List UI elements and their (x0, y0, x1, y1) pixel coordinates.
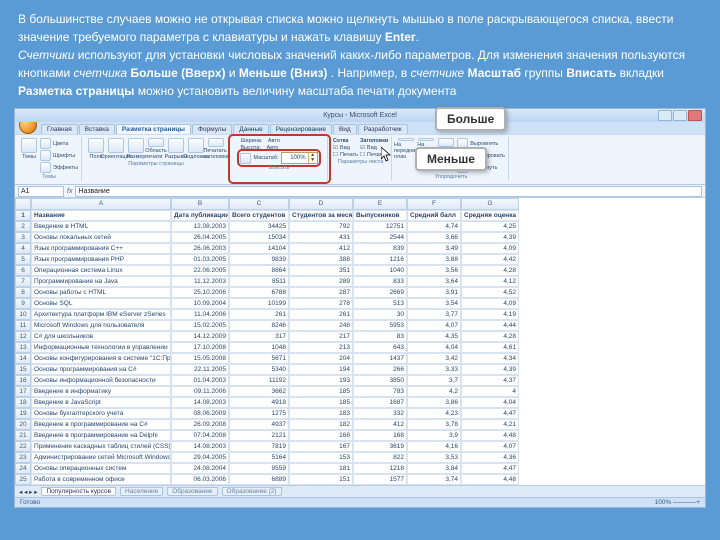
grid-print-check[interactable]: ☐ Печать (333, 152, 358, 158)
themes-button[interactable]: Темы (20, 138, 38, 160)
tab-page-layout[interactable]: Разметка страницы (116, 124, 191, 134)
status-bar: Готово 100% –———+ (15, 497, 705, 507)
grid-view-check[interactable]: ☑ Вид (333, 145, 358, 151)
maximize-button[interactable] (673, 110, 687, 121)
ribbon-tabs: Главная Вставка Разметка страницы Формул… (15, 122, 705, 134)
table-row[interactable]: 24Основы операционных систем24.08.200495… (15, 463, 705, 474)
sheet-tab-active[interactable]: Популярность курсов (41, 487, 116, 496)
table-row[interactable]: 23Администрирование сетей Microsoft Wind… (15, 452, 705, 463)
table-row[interactable]: 10Архитектура платформ IBM eServer zSeri… (15, 309, 705, 320)
tab-insert[interactable]: Вставка (79, 124, 115, 134)
table-row[interactable]: 8Основы работы с HTML25.10.2006678828726… (15, 287, 705, 298)
head-view-check[interactable]: ☑ Вид (360, 145, 388, 151)
name-box[interactable]: A1 (18, 186, 64, 197)
tab-review[interactable]: Рецензирование (270, 124, 332, 134)
scale-icon (240, 153, 251, 164)
colors-button[interactable]: Цвета (40, 138, 78, 149)
excel-window: Курсы - Microsoft Excel Главная Вставка … (14, 108, 706, 508)
table-row[interactable]: 15Основы программирования на C#22.11.200… (15, 364, 705, 375)
titlebar: Курсы - Microsoft Excel (15, 109, 705, 122)
table-row[interactable]: 25Работа в современном офисе06.03.200668… (15, 474, 705, 485)
table-row[interactable]: 18Введение в JavaScript14.08.20034918185… (15, 397, 705, 408)
tab-view[interactable]: Вид (333, 124, 357, 134)
description-block: В большинстве случаев можно не открывая … (0, 0, 720, 108)
table-row[interactable]: 17Введение в информатику09.11.2006366218… (15, 386, 705, 397)
callout-down: Меньше (415, 147, 487, 171)
table-row[interactable]: 2Введение в HTML12.08.200334425792127514… (15, 221, 705, 232)
minimize-button[interactable] (658, 110, 672, 121)
column-headers[interactable]: ABCDEFG (15, 198, 705, 210)
orientation-button[interactable]: Ориентация (107, 138, 125, 160)
table-row[interactable]: 16Основы информационной безопасности01.0… (15, 375, 705, 386)
bring-front-button[interactable]: На передний план (397, 138, 415, 160)
table-row[interactable]: 13Информационные технологии в управлении… (15, 342, 705, 353)
table-row[interactable]: 3Основы локальных сетей26.04.20051503443… (15, 232, 705, 243)
formula-bar: A1 fx Название (15, 185, 705, 198)
tab-formulas[interactable]: Формулы (192, 124, 232, 134)
sheet-tabs[interactable]: ◂ ◂ ▸ ▸ Популярность курсов Население Об… (15, 485, 705, 497)
effects-button[interactable]: Эффекты (40, 162, 78, 173)
spinner-down-button[interactable]: ▼ (309, 158, 317, 163)
table-row[interactable]: 12C# для школьников14.12.2009317217834,3… (15, 331, 705, 342)
table-row[interactable]: 9Основы SQL10.09.2004101992785133,544,09 (15, 298, 705, 309)
table-row[interactable]: 21Введение в программирование на Delphi0… (15, 430, 705, 441)
tab-data[interactable]: Данные (233, 124, 268, 134)
head-print-check[interactable]: ☐ Печать (360, 152, 388, 158)
header-row[interactable]: 1 Название Дата публикации Всего студент… (15, 210, 705, 221)
table-row[interactable]: 11Microsoft Windows для пользователя15.0… (15, 320, 705, 331)
table-row[interactable]: 4Язык программирования C++26.06.20031410… (15, 243, 705, 254)
background-button[interactable]: Подложка (187, 138, 205, 160)
fonts-button[interactable]: Шрифты (40, 150, 78, 161)
print-area-button[interactable]: Область печати (147, 138, 165, 160)
group-themes: Темы Цвета Шрифты Эффекты Темы (17, 137, 82, 181)
ribbon: Темы Цвета Шрифты Эффекты Темы Поля Орие… (15, 134, 705, 185)
formula-input[interactable]: Название (75, 186, 702, 197)
group-scale-to-fit: Ширина: Авто Высота: Авто Масштаб: 100% … (231, 137, 328, 181)
table-row[interactable]: 6Операционная система Linux22.06.2005886… (15, 265, 705, 276)
tab-home[interactable]: Главная (41, 124, 78, 134)
worksheet[interactable]: ABCDEFG 1 Название Дата публикации Всего… (15, 198, 705, 485)
close-button[interactable] (688, 110, 702, 121)
group-sheet-options: Сетка ☑ Вид ☐ Печать Заголовки ☑ Вид ☐ П… (330, 137, 392, 181)
sheet-tab[interactable]: Образование (2) (222, 487, 282, 496)
fx-icon[interactable]: fx (67, 188, 72, 195)
zoom-slider[interactable]: 100% –———+ (655, 499, 700, 506)
scale-spinner[interactable]: 100% ▲ ▼ (281, 152, 318, 164)
print-titles-button[interactable]: Печатать заголовки (207, 138, 225, 160)
table-row[interactable]: 20Введение в программирование на C#26.09… (15, 419, 705, 430)
table-row[interactable]: 7Программирование на Java11.12.200385112… (15, 276, 705, 287)
sheet-tab[interactable]: Образование (167, 487, 217, 496)
scale-spinner-row: Масштаб: 100% ▲ ▼ (240, 152, 317, 164)
window-title: Курсы - Microsoft Excel (323, 112, 397, 119)
sheet-tab[interactable]: Население (120, 487, 163, 496)
callout-up: Больше (435, 107, 506, 131)
table-row[interactable]: 22Применение каскадных таблиц стилей (CS… (15, 441, 705, 452)
table-row[interactable]: 5Язык программирования PHP01.03.20059839… (15, 254, 705, 265)
table-row[interactable]: 14Основы конфигурирования в системе "1С:… (15, 353, 705, 364)
group-page-setup: Поля Ориентация Размер Область печати Ра… (84, 137, 229, 181)
table-row[interactable]: 19Основы бухгалтерского учета08.06.20091… (15, 408, 705, 419)
tab-developer[interactable]: Разработчик (358, 124, 408, 134)
size-button[interactable]: Размер (127, 138, 145, 160)
